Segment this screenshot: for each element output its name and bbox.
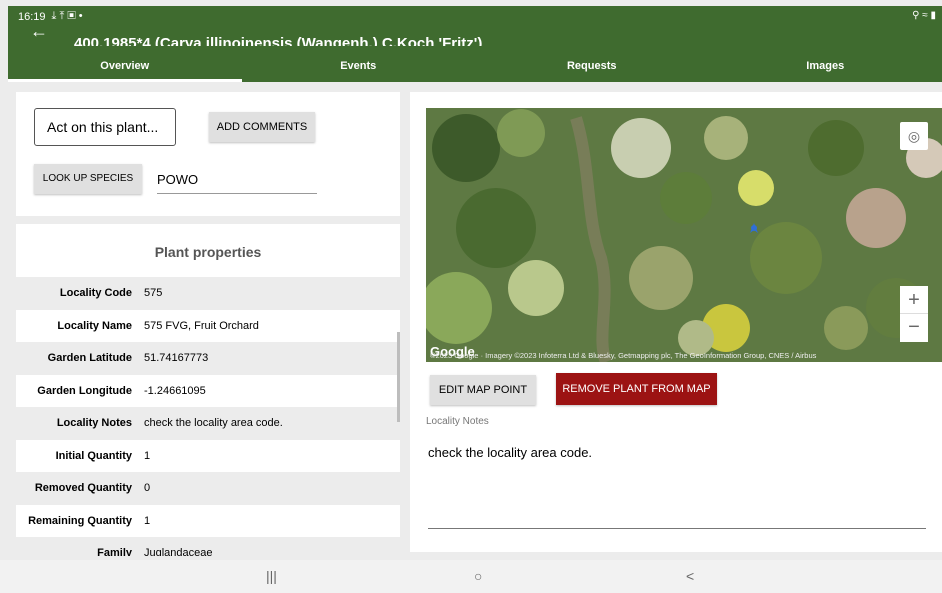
species-source-select[interactable]: POWO [157, 168, 317, 194]
property-label: Remaining Quantity [28, 514, 132, 527]
property-value: Juglandaceae [144, 547, 213, 556]
status-bar-left: 16:19 ⤓ ⤒ ▣ • [18, 10, 83, 23]
property-row: Garden Longitude -1.24661095 [16, 375, 400, 408]
property-value: -1.24661095 [144, 384, 206, 397]
zoom-in-button[interactable]: + [900, 286, 928, 314]
map-attribution: ©2023 Google · Imagery ©2023 Infoterra L… [430, 351, 817, 360]
property-label: Locality Code [59, 287, 132, 299]
property-label: Removed Quantity [34, 482, 132, 494]
back-button[interactable]: < [686, 560, 694, 593]
property-value: 1 [144, 449, 151, 462]
page-title: 400.1985*4 (Carya illinoinensis (Wangenh… [74, 35, 483, 46]
property-label: Family [97, 547, 132, 556]
tab-events[interactable]: Events [242, 52, 476, 82]
tab-bar: Overview Events Requests Images [8, 52, 942, 82]
app-root: 16:19 ⤓ ⤒ ▣ • ⚲ ≈ ▮ ← 400.1985*4 (Carya … [0, 0, 942, 593]
act-on-plant-button[interactable]: Act on this plant... [34, 108, 176, 146]
my-location-icon[interactable]: ◎ [900, 122, 928, 150]
property-row: Initial Quantity 1 [16, 440, 400, 473]
property-value: 0 [144, 482, 151, 494]
add-comments-button[interactable]: ADD COMMENTS [209, 112, 315, 142]
property-label: Garden Latitude [47, 352, 132, 364]
status-bar-right: ⚲ ≈ ▮ [912, 10, 936, 21]
property-row: Family Juglandaceae [16, 537, 400, 556]
property-value: 51.74167773 [144, 352, 209, 364]
actions-card: Act on this plant... ADD COMMENTS LOOK U… [16, 92, 400, 216]
app-header: 16:19 ⤓ ⤒ ▣ • ⚲ ≈ ▮ ← 400.1985*4 (Carya … [8, 6, 942, 82]
notification-icons: ⤓ ⤒ ▣ • [51, 10, 83, 22]
property-value: check the locality area code. [144, 417, 283, 429]
look-up-species-button[interactable]: LOOK UP SPECIES [34, 164, 142, 194]
map-card: ◎ + − Google ©2023 Google · Imagery ©202… [410, 92, 942, 552]
locality-notes-field[interactable]: check the locality area code. [428, 445, 926, 529]
edit-map-point-button[interactable]: EDIT MAP POINT [430, 375, 536, 405]
remove-plant-from-map-button[interactable]: REMOVE PLANT FROM MAP [556, 373, 717, 405]
property-value: 575 FVG, Fruit Orchard [144, 319, 259, 332]
system-icons: ⚲ ≈ ▮ [912, 10, 936, 21]
property-value: 575 [144, 287, 163, 299]
property-label: Locality Notes [56, 417, 132, 429]
locality-notes-label: Locality Notes [426, 416, 489, 427]
properties-scrollbar[interactable] [397, 332, 400, 422]
zoom-out-button[interactable]: − [900, 314, 928, 342]
property-label: Garden Longitude [37, 384, 132, 397]
property-row: Garden Latitude 51.74167773 [16, 342, 400, 375]
home-button[interactable]: ○ [474, 560, 482, 593]
plant-properties-card: Plant properties Locality Code 575 Local… [16, 224, 400, 556]
tab-overview[interactable]: Overview [8, 52, 242, 82]
properties-title: Plant properties [154, 244, 262, 260]
property-row: Locality Notes check the locality area c… [16, 407, 400, 440]
tab-requests[interactable]: Requests [475, 52, 709, 82]
property-row: Remaining Quantity 1 [16, 505, 400, 538]
property-label: Initial Quantity [55, 449, 132, 462]
property-row: Removed Quantity 0 [16, 472, 400, 505]
satellite-map[interactable]: ◎ + − Google ©2023 Google · Imagery ©202… [426, 108, 942, 362]
property-row: Locality Name 575 FVG, Fruit Orchard [16, 310, 400, 343]
back-arrow-icon[interactable]: ← [30, 22, 48, 40]
properties-table: Locality Code 575 Locality Name 575 FVG,… [16, 277, 400, 556]
tab-images[interactable]: Images [709, 52, 942, 82]
recent-apps-button[interactable]: ||| [266, 560, 277, 593]
map-imagery [426, 108, 942, 362]
property-label: Locality Name [57, 319, 132, 332]
property-value: 1 [144, 514, 151, 527]
system-nav-bar: ||| ○ < [0, 560, 942, 593]
property-row: Locality Code 575 [16, 277, 400, 310]
